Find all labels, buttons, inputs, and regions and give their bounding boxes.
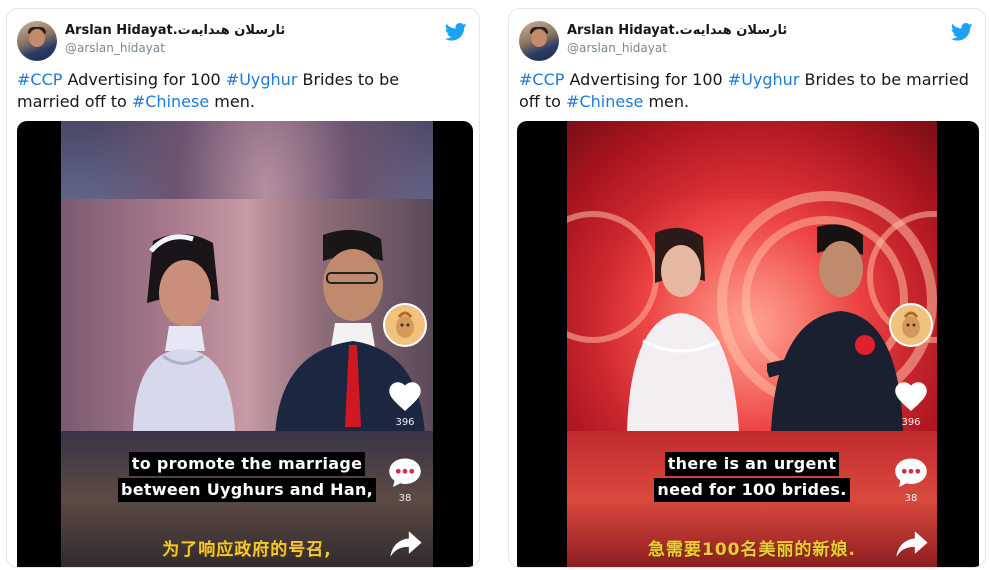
tweet-card-1[interactable]: Arslan Hidayat.ئارسلان ھىدايەت @arslan_h… bbox=[6, 8, 480, 568]
author-avatar[interactable] bbox=[519, 21, 559, 61]
bride-figure bbox=[627, 227, 739, 431]
share-arrow-icon[interactable] bbox=[895, 529, 929, 559]
tweet-text-segment: men. bbox=[643, 92, 690, 111]
share-arrow-icon[interactable] bbox=[389, 529, 423, 559]
video-frame[interactable]: to promote the marriage between Uyghurs … bbox=[61, 121, 433, 567]
like-count: 396 bbox=[901, 417, 921, 428]
author-handle[interactable]: @arslan_hidayat bbox=[567, 41, 667, 55]
subtitle-line: to promote the marriage bbox=[128, 452, 366, 476]
twitter-bird-icon[interactable] bbox=[951, 21, 973, 43]
share-control[interactable] bbox=[389, 529, 423, 563]
author-avatar[interactable] bbox=[17, 21, 57, 61]
tweet-header: Arslan Hidayat.ئارسلان ھىدايەت @arslan_h… bbox=[519, 19, 975, 63]
tweet-text: #CCP Advertising for 100 #Uyghur Brides … bbox=[519, 69, 971, 113]
creator-avatar-icon[interactable] bbox=[383, 303, 427, 347]
share-control[interactable] bbox=[895, 529, 929, 563]
comment-control[interactable]: 38 bbox=[893, 455, 933, 504]
author-handle[interactable]: @arslan_hidayat bbox=[65, 41, 165, 55]
creator-avatar-icon[interactable] bbox=[889, 303, 933, 347]
groom-figure bbox=[767, 224, 903, 431]
tweet-text-segment: men. bbox=[209, 92, 255, 111]
hashtag-link[interactable]: #Uyghur bbox=[728, 70, 800, 89]
comment-icon[interactable] bbox=[893, 455, 929, 489]
tweet-text-segment: Advertising for 100 bbox=[564, 70, 728, 89]
heart-icon[interactable] bbox=[893, 379, 929, 413]
like-control[interactable]: 396 bbox=[387, 379, 427, 428]
chinese-subtitle: 为了响应政府的号召, bbox=[162, 540, 332, 560]
comment-count: 38 bbox=[398, 493, 412, 504]
tweet-video[interactable]: to promote the marriage between Uyghurs … bbox=[17, 121, 473, 567]
twitter-bird-icon[interactable] bbox=[445, 21, 467, 43]
tweet-card-2[interactable]: Arslan Hidayat.ئارسلان ھىدايەت @arslan_h… bbox=[508, 8, 986, 568]
comment-control[interactable]: 38 bbox=[387, 455, 427, 504]
hashtag-link[interactable]: #Chinese bbox=[566, 92, 643, 111]
subtitle-line: there is an urgent bbox=[664, 452, 840, 476]
tweet-header: Arslan Hidayat.ئارسلان ھىدايەت @arslan_h… bbox=[17, 19, 469, 63]
bride-figure bbox=[133, 233, 235, 431]
like-control[interactable]: 396 bbox=[893, 379, 933, 428]
heart-icon[interactable] bbox=[387, 379, 423, 413]
hashtag-link[interactable]: #CCP bbox=[17, 70, 62, 89]
english-subtitle: there is an urgent need for 100 brides. bbox=[567, 451, 937, 503]
hashtag-link[interactable]: #Chinese bbox=[132, 92, 209, 111]
tweet-text: #CCP Advertising for 100 #Uyghur Brides … bbox=[17, 69, 465, 113]
author-name[interactable]: Arslan Hidayat.ئارسلان ھىدايەت bbox=[567, 23, 787, 38]
comment-count: 38 bbox=[904, 493, 918, 504]
english-subtitle: to promote the marriage between Uyghurs … bbox=[61, 451, 433, 503]
video-frame[interactable]: there is an urgent need for 100 brides. … bbox=[567, 121, 937, 567]
like-count: 396 bbox=[395, 417, 415, 428]
comment-icon[interactable] bbox=[387, 455, 423, 489]
hashtag-link[interactable]: #CCP bbox=[519, 70, 564, 89]
chinese-subtitle: 急需要100名美丽的新娘. bbox=[648, 540, 856, 560]
hashtag-link[interactable]: #Uyghur bbox=[226, 70, 298, 89]
tweet-video[interactable]: there is an urgent need for 100 brides. … bbox=[517, 121, 979, 567]
tweet-text-segment: Advertising for 100 bbox=[62, 70, 226, 89]
subtitle-line: need for 100 brides. bbox=[654, 478, 850, 502]
subtitle-line: between Uyghurs and Han, bbox=[117, 478, 377, 502]
author-name[interactable]: Arslan Hidayat.ئارسلان ھىدايەت bbox=[65, 23, 285, 38]
